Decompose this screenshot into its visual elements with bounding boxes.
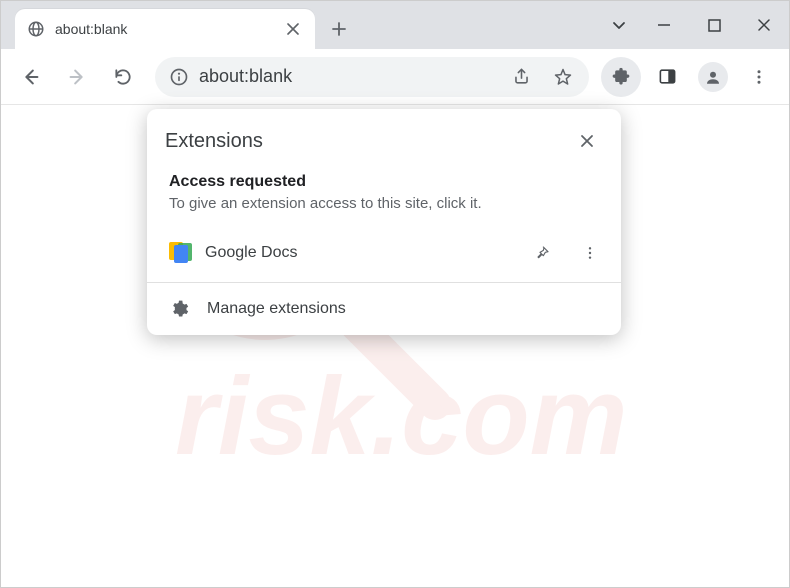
extension-name: Google Docs [205, 244, 511, 262]
popup-section-description: To give an extension access to this site… [147, 195, 621, 226]
globe-icon [27, 20, 45, 38]
extensions-button[interactable] [601, 57, 641, 97]
minimize-button[interactable] [639, 1, 689, 49]
url-text: about:blank [199, 66, 495, 87]
google-docs-icon [169, 242, 191, 264]
reload-button[interactable] [103, 57, 143, 97]
back-button[interactable] [11, 57, 51, 97]
avatar-icon [698, 62, 728, 92]
gear-icon [169, 299, 189, 319]
new-tab-button[interactable] [323, 13, 355, 45]
window-controls [599, 1, 789, 49]
manage-extensions-row[interactable]: Manage extensions [147, 283, 621, 335]
toolbar: about:blank [1, 49, 789, 105]
titlebar: about:blank [1, 1, 789, 49]
close-tab-button[interactable] [283, 19, 303, 39]
pin-extension-button[interactable] [525, 236, 559, 270]
profile-button[interactable] [693, 57, 733, 97]
popup-close-button[interactable] [571, 125, 603, 157]
browser-tab[interactable]: about:blank [15, 9, 315, 49]
site-info-icon[interactable] [169, 67, 189, 87]
address-bar[interactable]: about:blank [155, 57, 589, 97]
tab-search-button[interactable] [599, 1, 639, 49]
bookmark-button[interactable] [547, 61, 579, 93]
manage-extensions-label: Manage extensions [207, 300, 346, 318]
share-button[interactable] [505, 61, 537, 93]
side-panel-button[interactable] [647, 57, 687, 97]
extension-more-button[interactable] [573, 236, 607, 270]
svg-text:risk.com: risk.com [175, 355, 627, 474]
maximize-button[interactable] [689, 1, 739, 49]
menu-button[interactable] [739, 57, 779, 97]
popup-section-title: Access requested [147, 163, 621, 195]
extension-row[interactable]: Google Docs [147, 226, 621, 282]
tab-title: about:blank [55, 21, 283, 37]
close-window-button[interactable] [739, 1, 789, 49]
forward-button[interactable] [57, 57, 97, 97]
extensions-popup: Extensions Access requested To give an e… [147, 109, 621, 335]
popup-title: Extensions [165, 130, 571, 153]
